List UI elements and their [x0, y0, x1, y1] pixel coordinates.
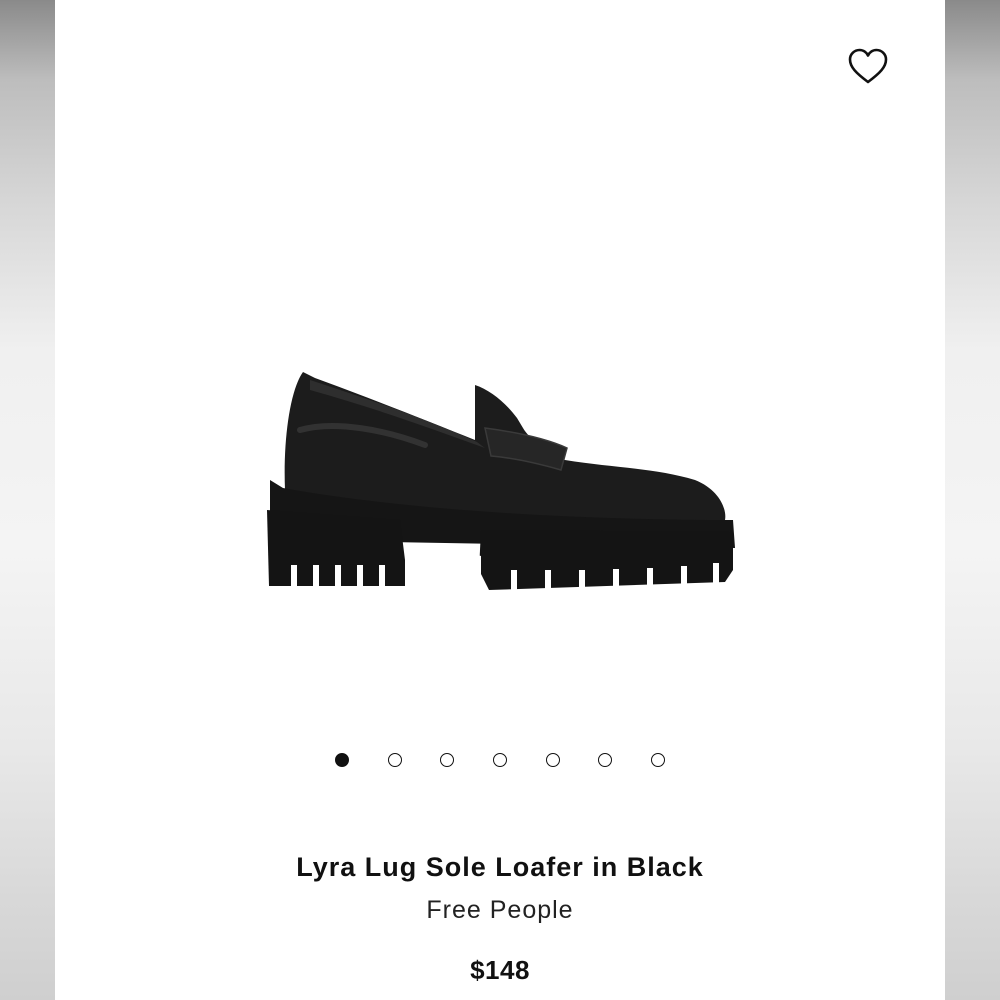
gallery-pagination — [335, 751, 665, 769]
product-brand[interactable]: Free People — [55, 896, 945, 925]
product-price: $148 — [470, 955, 530, 985]
gallery-dot[interactable] — [650, 753, 665, 767]
product-image[interactable] — [255, 360, 745, 600]
gallery-dot[interactable] — [598, 753, 613, 767]
product-card: Lyra Lug Sole Loafer in Black Free Peopl… — [55, 0, 945, 1000]
gallery-dot[interactable] — [440, 753, 455, 767]
gallery-dot[interactable] — [387, 753, 402, 767]
wishlist-button[interactable] — [846, 47, 890, 87]
heart-outline-icon — [848, 48, 888, 84]
right-backdrop — [945, 0, 1000, 1000]
left-backdrop — [0, 0, 55, 1000]
product-title: Lyra Lug Sole Loafer in Black — [296, 852, 704, 882]
gallery-dot[interactable] — [492, 753, 507, 767]
gallery-dot[interactable] — [545, 753, 560, 767]
gallery-dot[interactable] — [335, 753, 349, 767]
